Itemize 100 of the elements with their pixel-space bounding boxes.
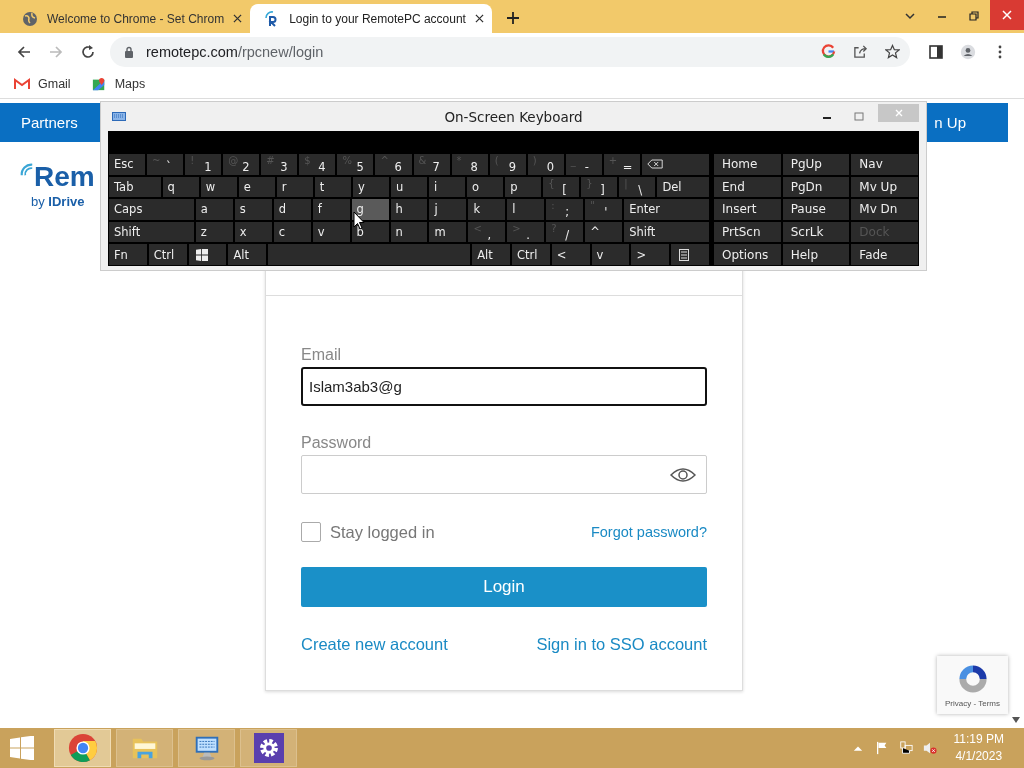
keyboard-key[interactable]: Alt	[227, 243, 268, 266]
new-tab-icon[interactable]	[505, 11, 520, 25]
keyboard-key[interactable]: ^	[584, 220, 624, 244]
keyboard-key[interactable]: Ctrl	[147, 243, 188, 266]
keyboard-key[interactable]: ? /	[545, 220, 585, 244]
browser-tab[interactable]: Welcome to Chrome - Set Chrom	[8, 4, 251, 33]
keyboard-key[interactable]: g	[350, 198, 390, 221]
keyboard-key[interactable]: % 5	[336, 153, 375, 176]
keyboard-key[interactable]: | \	[618, 175, 657, 199]
keyboard-key[interactable]: o	[466, 175, 505, 199]
keyboard-key[interactable]: i	[428, 175, 467, 199]
maximize-icon[interactable]	[854, 111, 864, 122]
keyboard-key[interactable]: _ -	[564, 153, 603, 176]
keyboard-key[interactable]: Help	[781, 243, 851, 266]
bookmark[interactable]: Maps	[90, 77, 146, 91]
google-icon[interactable]	[821, 44, 836, 59]
keyboard-key[interactable]: < ,	[467, 220, 507, 244]
browser-tab[interactable]: Login to your RemotePC account	[250, 4, 492, 33]
keyboard-key[interactable]: Caps	[108, 198, 195, 221]
checkbox[interactable]	[301, 522, 321, 542]
nav-link[interactable]: Partners	[21, 114, 78, 131]
keyboard-key[interactable]: PgUp	[781, 153, 851, 176]
scroll-down-icon[interactable]	[1012, 717, 1020, 723]
keyboard-key[interactable]: Options	[713, 243, 782, 266]
keyboard-key[interactable]: k	[467, 198, 507, 221]
start-button[interactable]	[9, 736, 35, 760]
keyboard-key[interactable]: + =	[602, 153, 641, 176]
keyboard-key[interactable]: Insert	[713, 198, 782, 221]
profile-icon[interactable]	[960, 43, 976, 60]
keyboard-key[interactable]: h	[389, 198, 429, 221]
back-icon[interactable]	[16, 43, 32, 60]
keyboard-key[interactable]: Ctrl	[510, 243, 551, 266]
keyboard-key[interactable]: Nav	[850, 153, 919, 176]
input-field[interactable]: Islam3ab3@g	[301, 367, 707, 406]
keyboard-key[interactable]: Shift	[108, 220, 195, 244]
keyboard-key[interactable]: j	[428, 198, 468, 221]
account-link[interactable]: Create new account	[301, 635, 448, 654]
keyboard-key[interactable]: Home	[713, 153, 782, 176]
muted-speaker-icon[interactable]	[922, 741, 937, 755]
keyboard-key[interactable]	[187, 243, 228, 266]
forgot-password-link[interactable]: Forgot password?	[590, 524, 707, 540]
keyboard-key[interactable]: > .	[506, 220, 546, 244]
restore-icon[interactable]	[968, 10, 980, 22]
address-bar[interactable]: remotepc.com/rpcnew/login	[110, 36, 910, 67]
side-panel-icon[interactable]	[928, 43, 944, 60]
star-icon[interactable]	[885, 44, 900, 59]
checkbox-label[interactable]: Stay logged in	[330, 522, 435, 542]
keyboard-key[interactable]: a	[194, 198, 234, 221]
keyboard-key[interactable]: @ 2	[222, 153, 261, 176]
chevron-down-icon[interactable]	[904, 10, 916, 22]
keyboard-key[interactable]: ~ `	[146, 153, 185, 176]
keyboard-key[interactable]: Enter	[623, 198, 710, 221]
keyboard-key[interactable]: ! 1	[184, 153, 223, 176]
keyboard-key[interactable]: Tab	[108, 175, 162, 199]
keyboard-key[interactable]: ( 9	[488, 153, 527, 176]
keyboard-key[interactable]: Mv Dn	[850, 198, 919, 221]
nav-link[interactable]: n Up	[934, 114, 966, 131]
keyboard-key[interactable]: Fn	[108, 243, 148, 266]
keyboard-key[interactable]: <	[550, 243, 591, 266]
keyboard-key[interactable]: $ 4	[298, 153, 337, 176]
login-button[interactable]: Login	[301, 567, 707, 607]
keyboard-key[interactable]: Esc	[108, 153, 147, 176]
keyboard-key[interactable]: s	[233, 198, 273, 221]
keyboard-key[interactable]: Shift	[623, 220, 710, 244]
keyboard-key[interactable]: ) 0	[526, 153, 565, 176]
bookmark[interactable]: Gmail	[14, 77, 71, 91]
eye-icon[interactable]	[670, 466, 696, 483]
reload-icon[interactable]	[80, 43, 96, 60]
keyboard-key[interactable]	[670, 243, 710, 266]
keyboard-key[interactable]: End	[713, 175, 782, 199]
keyboard-key[interactable]: * 8	[450, 153, 489, 176]
keyboard-key[interactable]: & 7	[412, 153, 451, 176]
keyboard-key[interactable]: f	[311, 198, 351, 221]
taskbar-app[interactable]	[54, 729, 111, 767]
recaptcha-links[interactable]: Privacy - Terms	[945, 699, 1000, 708]
keyboard-key[interactable]: d	[272, 198, 312, 221]
close-icon[interactable]	[474, 14, 484, 23]
share-icon[interactable]	[853, 44, 868, 59]
close-icon[interactable]	[233, 14, 243, 23]
keyboard-key[interactable]: } ]	[580, 175, 619, 199]
keyboard-key[interactable]: : ;	[545, 198, 585, 221]
keyboard-key[interactable]: # 3	[260, 153, 299, 176]
keyboard-key[interactable]: l	[506, 198, 546, 221]
keyboard-key[interactable]: " '	[584, 198, 624, 221]
account-link[interactable]: Sign in to SSO account	[536, 635, 707, 654]
keyboard-key[interactable]: m	[428, 220, 468, 244]
input-field[interactable]	[301, 455, 707, 494]
taskbar-app[interactable]	[178, 729, 235, 767]
keyboard-key[interactable]: Del	[656, 175, 710, 199]
keyboard-key[interactable]: { [	[542, 175, 581, 199]
keyboard-key[interactable]: Alt	[471, 243, 511, 266]
network-icon[interactable]	[898, 741, 913, 755]
taskbar-app[interactable]	[240, 729, 297, 767]
keyboard-key[interactable]: p	[504, 175, 543, 199]
keyboard-key[interactable]: ^ 6	[374, 153, 413, 176]
keyboard-key[interactable]: Fade	[850, 243, 919, 266]
keyboard-key[interactable]: Pause	[781, 198, 851, 221]
keyboard-key[interactable]: PrtScn	[713, 220, 782, 244]
keyboard-key[interactable]: Mv Up	[850, 175, 919, 199]
keyboard-key[interactable]: v	[590, 243, 631, 266]
